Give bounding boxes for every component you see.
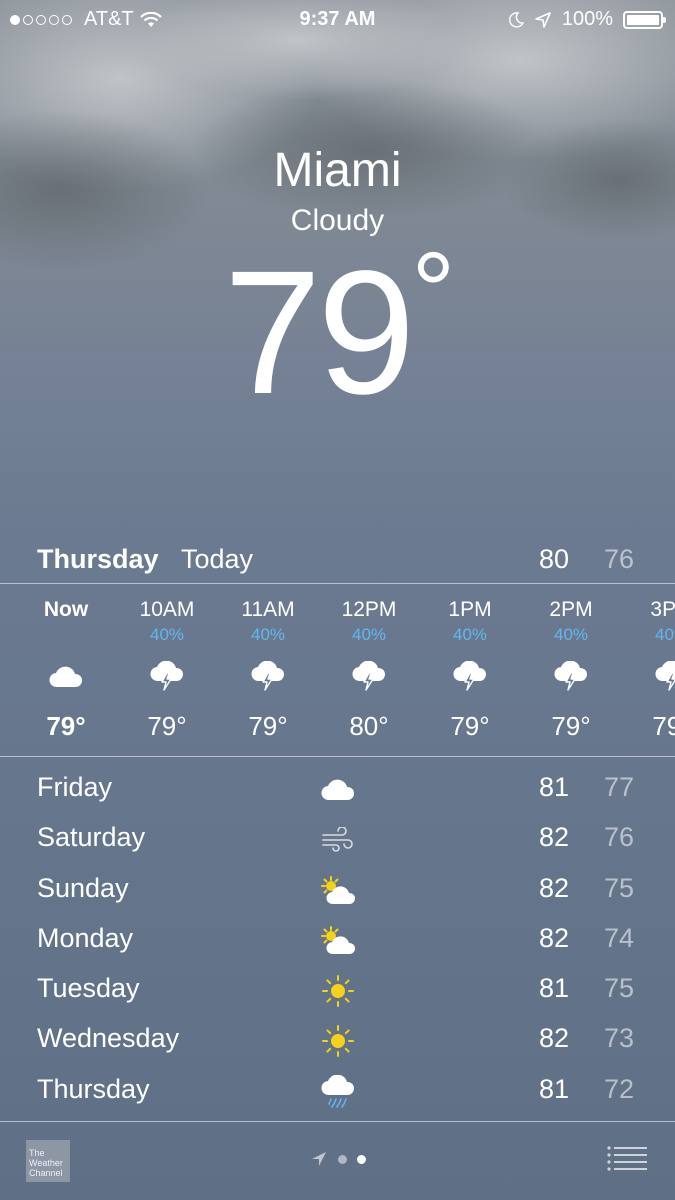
day-name: Monday	[37, 922, 134, 953]
city-list-icon[interactable]	[607, 1146, 647, 1172]
hour-label: 10AM	[139, 598, 195, 621]
day-high: 81	[539, 1073, 570, 1104]
day-high: 82	[539, 872, 570, 903]
today-day: Thursday	[37, 544, 159, 574]
partly-sunny-icon	[318, 921, 358, 961]
thunderstorm-icon	[117, 653, 217, 701]
day-name: Wednesday	[37, 1023, 180, 1054]
page-dot-active[interactable]	[356, 1154, 366, 1164]
day-name: Tuesday	[37, 973, 140, 1004]
daily-forecast[interactable]: Friday 81 77 Saturday 82 76 Sunday 82 75 Monday 82…	[0, 764, 675, 1116]
today-low: 76	[604, 544, 635, 574]
sun-icon	[318, 971, 358, 1011]
daily-row: Saturday 82 76	[0, 814, 675, 864]
page-dot[interactable]	[337, 1154, 347, 1164]
day-high: 81	[539, 772, 570, 802]
hourly-item: Now 79°	[16, 586, 116, 742]
hourly-forecast[interactable]: Now 79° 10AM 40% 79° 11AM 40% 79° 12PM 40% 80° 1PM 4…	[0, 586, 675, 754]
daily-row: Tuesday 81 75	[0, 965, 675, 1015]
day-low: 77	[604, 772, 635, 802]
day-name: Saturday	[37, 822, 146, 853]
bottom-toolbar: The Weather Channel	[0, 1122, 675, 1200]
today-label: Today	[181, 544, 254, 574]
rain-icon	[318, 1072, 358, 1112]
divider	[0, 583, 675, 584]
hour-temperature: 79°	[147, 711, 187, 741]
daily-row: Sunday 82 75	[0, 865, 675, 915]
precip-chance: 40%	[351, 625, 387, 644]
hour-label: Now	[43, 598, 89, 621]
day-high: 82	[539, 1023, 570, 1054]
daily-row: Thursday 81 72	[0, 1066, 675, 1116]
day-name: Sunday	[37, 872, 129, 903]
day-high: 82	[539, 922, 570, 953]
thunderstorm-icon	[420, 653, 520, 701]
sun-icon	[318, 1021, 358, 1061]
page-indicator[interactable]	[0, 1150, 675, 1168]
hour-temperature: 80°	[349, 711, 389, 741]
cloud-icon	[318, 770, 358, 810]
day-low: 75	[604, 973, 635, 1004]
hour-temperature: 79°	[551, 711, 591, 741]
hourly-item: 2PM 40% 79°	[521, 586, 621, 742]
thunderstorm-icon	[521, 653, 621, 701]
day-name: Thursday	[37, 1073, 150, 1104]
status-bar: AT&T 9:37 AM 100%	[0, 0, 675, 38]
today-high: 80	[539, 544, 570, 574]
partly-sunny-icon	[318, 871, 358, 911]
hour-temperature: 79°	[652, 711, 675, 741]
degree-symbol: °	[411, 230, 455, 353]
precip-chance: 40%	[149, 625, 185, 644]
hourly-item: 3PM 40% 79°	[622, 586, 675, 742]
wind-icon	[318, 820, 358, 860]
day-low: 73	[604, 1023, 635, 1054]
day-high: 81	[539, 973, 570, 1004]
hour-temperature: 79°	[450, 711, 490, 741]
hour-temperature: 79°	[46, 711, 86, 741]
hourly-item: 10AM 40% 79°	[117, 586, 217, 742]
hourly-item: 1PM 40% 79°	[420, 586, 520, 742]
hour-label: 12PM	[341, 598, 397, 621]
divider	[0, 756, 675, 757]
temperature-value: 79	[223, 235, 416, 431]
hourly-item: 12PM 40% 80°	[319, 586, 419, 742]
city-name: Miami	[273, 144, 402, 197]
precip-chance: 40%	[250, 625, 286, 644]
precip-chance: 40%	[654, 625, 675, 644]
day-low: 76	[604, 822, 635, 853]
cloud-icon	[16, 653, 116, 701]
current-temperature: 79°	[0, 237, 675, 422]
hour-temperature: 79°	[248, 711, 288, 741]
hour-label: 11AM	[241, 598, 295, 621]
location-arrow-icon	[311, 1152, 326, 1166]
thunderstorm-icon	[218, 653, 318, 701]
daily-row: Monday 82 74	[0, 915, 675, 965]
hour-label: 1PM	[448, 598, 492, 621]
day-high: 82	[539, 822, 570, 853]
precip-chance	[16, 625, 116, 647]
daily-row: Friday 81 77	[0, 764, 675, 814]
location-arrow-icon	[535, 11, 551, 28]
hourly-item: 11AM 40% 79°	[218, 586, 318, 742]
day-low: 75	[604, 872, 635, 903]
day-low: 72	[604, 1073, 635, 1104]
precip-chance: 40%	[553, 625, 589, 644]
thunderstorm-icon	[622, 653, 675, 701]
battery-percent: 100%	[561, 8, 613, 30]
thunderstorm-icon	[319, 653, 419, 701]
day-name: Friday	[37, 772, 113, 802]
current-condition: Cloudy	[290, 204, 385, 237]
hour-label: 3PM	[650, 598, 675, 621]
battery-icon	[623, 10, 666, 29]
daily-row: Wednesday 82 73	[0, 1015, 675, 1065]
today-summary-row: Thursday Today 80 76	[0, 540, 675, 580]
precip-chance: 40%	[452, 625, 488, 644]
hour-label: 2PM	[549, 598, 593, 621]
do-not-disturb-icon	[508, 11, 524, 28]
day-low: 74	[604, 922, 635, 953]
